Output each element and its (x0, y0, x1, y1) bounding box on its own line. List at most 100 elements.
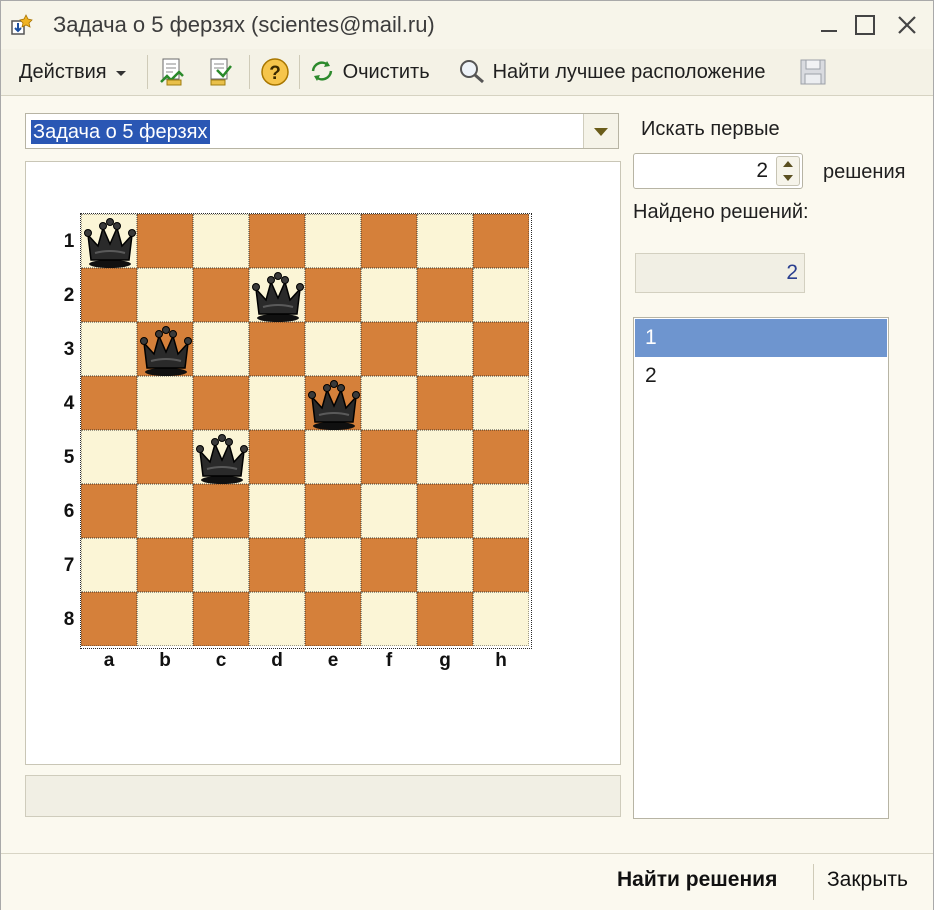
square-b4[interactable] (137, 376, 193, 430)
square-b7[interactable] (137, 538, 193, 592)
square-c5[interactable] (193, 430, 249, 484)
list-item[interactable]: 1 (635, 319, 887, 357)
square-d7[interactable] (249, 538, 305, 592)
stepper-buttons[interactable] (776, 156, 800, 186)
square-a4[interactable] (81, 376, 137, 430)
maximize-button[interactable] (849, 9, 881, 41)
square-e1[interactable] (305, 214, 361, 268)
square-b3[interactable] (137, 322, 193, 376)
window: Задача о 5 ферзях (scientes@mail.ru) Дей… (0, 0, 934, 910)
square-e2[interactable] (305, 268, 361, 322)
square-d4[interactable] (249, 376, 305, 430)
clear-button[interactable]: Очистить (307, 57, 430, 87)
square-f7[interactable] (361, 538, 417, 592)
disk-icon[interactable] (797, 56, 829, 88)
square-g4[interactable] (417, 376, 473, 430)
square-g1[interactable] (417, 214, 473, 268)
solutions-label: решения (823, 161, 906, 183)
close-window-button[interactable] (891, 9, 923, 41)
square-a1[interactable] (81, 214, 137, 268)
queen-icon (138, 323, 194, 377)
square-c8[interactable] (193, 592, 249, 646)
stepper-down-icon[interactable] (783, 175, 793, 181)
magnifier-icon (460, 60, 484, 84)
list-item[interactable]: 2 (635, 357, 887, 395)
stepper-up-icon[interactable] (783, 161, 793, 167)
solutions-list[interactable]: 12 (633, 317, 889, 819)
square-g2[interactable] (417, 268, 473, 322)
square-e6[interactable] (305, 484, 361, 538)
square-c1[interactable] (193, 214, 249, 268)
square-b1[interactable] (137, 214, 193, 268)
square-c6[interactable] (193, 484, 249, 538)
chess-board[interactable] (80, 213, 532, 649)
square-b8[interactable] (137, 592, 193, 646)
actions-menu[interactable]: Действия (19, 57, 127, 87)
square-h2[interactable] (473, 268, 529, 322)
rank-label: 2 (63, 285, 75, 306)
square-b5[interactable] (137, 430, 193, 484)
queen-icon (82, 215, 138, 269)
square-d5[interactable] (249, 430, 305, 484)
square-h4[interactable] (473, 376, 529, 430)
square-a6[interactable] (81, 484, 137, 538)
square-d2[interactable] (249, 268, 305, 322)
square-e7[interactable] (305, 538, 361, 592)
square-a2[interactable] (81, 268, 137, 322)
square-c7[interactable] (193, 538, 249, 592)
square-g5[interactable] (417, 430, 473, 484)
window-title: Задача о 5 ферзях (scientes@mail.ru) (53, 12, 435, 37)
rank-label: 8 (63, 609, 75, 630)
square-a8[interactable] (81, 592, 137, 646)
find-solutions-button[interactable]: Найти решения (617, 868, 777, 892)
square-a3[interactable] (81, 322, 137, 376)
square-e8[interactable] (305, 592, 361, 646)
square-f6[interactable] (361, 484, 417, 538)
square-f4[interactable] (361, 376, 417, 430)
title-bar: Задача о 5 ферзях (scientes@mail.ru) (1, 1, 933, 50)
actions-menu-label: Действия (19, 61, 107, 83)
square-f3[interactable] (361, 322, 417, 376)
square-h6[interactable] (473, 484, 529, 538)
square-h5[interactable] (473, 430, 529, 484)
load-solution-icon[interactable] (157, 56, 189, 88)
find-best-button[interactable]: Найти лучшее расположение (457, 57, 766, 87)
help-icon[interactable]: ? (259, 56, 291, 88)
square-c3[interactable] (193, 322, 249, 376)
square-f5[interactable] (361, 430, 417, 484)
file-label: a (103, 650, 115, 671)
save-solution-icon[interactable] (205, 56, 237, 88)
minimize-button[interactable] (813, 9, 845, 41)
square-d6[interactable] (249, 484, 305, 538)
square-a7[interactable] (81, 538, 137, 592)
square-e5[interactable] (305, 430, 361, 484)
square-h8[interactable] (473, 592, 529, 646)
square-c2[interactable] (193, 268, 249, 322)
clear-button-label: Очистить (342, 61, 430, 83)
square-g7[interactable] (417, 538, 473, 592)
square-c4[interactable] (193, 376, 249, 430)
square-f1[interactable] (361, 214, 417, 268)
close-button[interactable]: Закрыть (827, 868, 908, 892)
square-h1[interactable] (473, 214, 529, 268)
square-b2[interactable] (137, 268, 193, 322)
square-g6[interactable] (417, 484, 473, 538)
chevron-down-icon[interactable] (583, 114, 618, 148)
task-select-value: Задача о 5 ферзях (31, 120, 210, 144)
square-g3[interactable] (417, 322, 473, 376)
square-f2[interactable] (361, 268, 417, 322)
square-f8[interactable] (361, 592, 417, 646)
task-select[interactable]: Задача о 5 ферзях (25, 113, 619, 149)
square-a5[interactable] (81, 430, 137, 484)
square-e4[interactable] (305, 376, 361, 430)
toolbar-separator (249, 55, 250, 89)
square-h3[interactable] (473, 322, 529, 376)
search-count-stepper[interactable]: 2 (633, 153, 803, 189)
square-d1[interactable] (249, 214, 305, 268)
square-h7[interactable] (473, 538, 529, 592)
square-d8[interactable] (249, 592, 305, 646)
square-g8[interactable] (417, 592, 473, 646)
square-d3[interactable] (249, 322, 305, 376)
square-b6[interactable] (137, 484, 193, 538)
square-e3[interactable] (305, 322, 361, 376)
